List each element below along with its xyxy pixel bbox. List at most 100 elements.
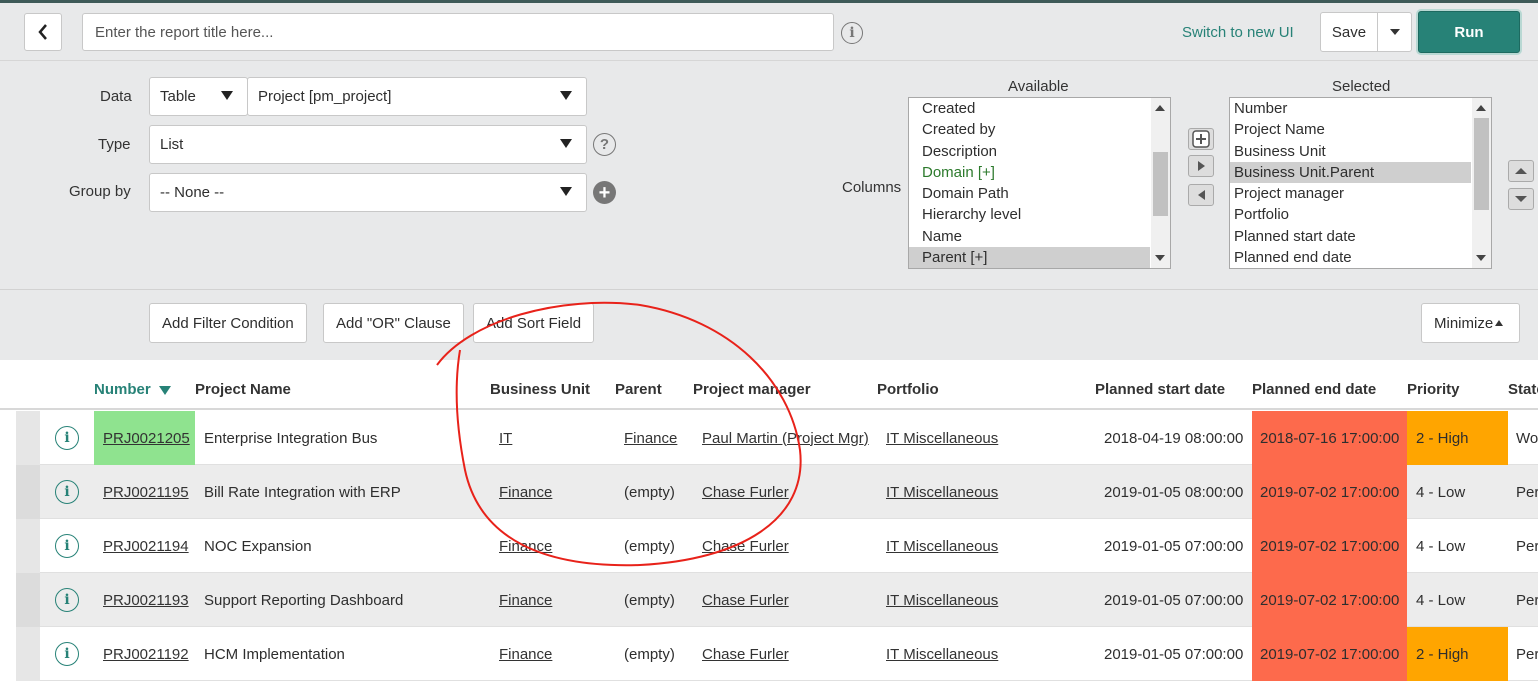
scroll-thumb[interactable] (1474, 118, 1489, 210)
selected-column-option[interactable]: Planned start date (1230, 226, 1471, 247)
save-options-dropdown[interactable] (1377, 12, 1412, 52)
add-or-clause-button[interactable]: Add "OR" Clause (323, 303, 464, 343)
type-label: Type (98, 136, 131, 153)
group-by-label: Group by (69, 183, 131, 200)
column-header-planned-end[interactable]: Planned end date (1252, 381, 1376, 398)
business-unit-link[interactable]: Finance (499, 592, 552, 609)
caret-up-icon (1495, 320, 1504, 326)
portfolio-link[interactable]: IT Miscellaneous (886, 430, 998, 447)
arrow-left-icon (1197, 190, 1205, 200)
project-manager-link[interactable]: Chase Furler (702, 538, 789, 555)
selected-column-option[interactable]: Business Unit (1230, 141, 1471, 162)
chevron-down-icon (1389, 29, 1400, 35)
selected-column-option[interactable]: Portfolio (1230, 204, 1471, 225)
column-header-state[interactable]: State (1508, 381, 1538, 398)
add-column-button[interactable] (1188, 128, 1214, 150)
table-row: i PRJ0021192 HCM Implementation Finance … (16, 627, 1538, 681)
add-sort-field-button[interactable]: Add Sort Field (473, 303, 595, 343)
group-by-select[interactable]: -- None -- (149, 173, 587, 212)
move-right-button[interactable] (1188, 155, 1214, 177)
row-info-icon[interactable]: i (55, 534, 79, 558)
business-unit-link[interactable]: IT (499, 430, 512, 447)
column-header-business-unit[interactable]: Business Unit (490, 381, 590, 398)
cell-project-name: Enterprise Integration Bus (204, 429, 378, 447)
portfolio-link[interactable]: IT Miscellaneous (886, 538, 998, 555)
selected-column-option[interactable]: Project Name (1230, 119, 1471, 140)
portfolio-link[interactable]: IT Miscellaneous (886, 484, 998, 501)
selected-column-option[interactable]: Project manager (1230, 183, 1471, 204)
move-up-button[interactable] (1508, 160, 1534, 182)
business-unit-link[interactable]: Finance (499, 484, 552, 501)
row-info-icon[interactable]: i (55, 588, 79, 612)
column-header-project-manager[interactable]: Project manager (693, 381, 811, 398)
data-source-type-select[interactable]: Table (149, 77, 248, 116)
cell-project-manager: Chase Furler (702, 573, 877, 627)
available-column-option[interactable]: Description (909, 141, 1150, 162)
available-column-option[interactable]: Hierarchy level (909, 204, 1150, 225)
record-number-link[interactable]: PRJ0021192 (103, 646, 189, 663)
type-value: List (160, 136, 184, 153)
minimize-button[interactable]: Minimize (1421, 303, 1520, 343)
add-group-icon[interactable]: + (593, 181, 616, 204)
project-manager-link[interactable]: Chase Furler (702, 646, 789, 663)
record-number-link[interactable]: PRJ0021195 (103, 484, 189, 501)
column-header-priority[interactable]: Priority (1407, 381, 1460, 398)
cell-planned-start: 2019-01-05 08:00:00 (1104, 483, 1244, 501)
portfolio-link[interactable]: IT Miscellaneous (886, 646, 998, 663)
available-column-option[interactable]: Name (909, 226, 1150, 247)
project-manager-link[interactable]: Paul Martin (Project Mgr) (702, 430, 869, 447)
selected-list-scrollbar[interactable] (1472, 98, 1491, 268)
column-header-parent[interactable]: Parent (615, 381, 662, 398)
report-title-input[interactable] (82, 13, 834, 51)
selected-columns-list[interactable]: Number Project Name Business Unit Busine… (1229, 97, 1492, 269)
selected-column-option[interactable]: Number (1230, 98, 1471, 119)
row-info-icon[interactable]: i (55, 642, 79, 666)
available-column-option[interactable]: Created (909, 98, 1150, 119)
available-list-scrollbar[interactable] (1151, 98, 1170, 268)
move-left-button[interactable] (1188, 184, 1214, 206)
info-icon[interactable]: i (841, 22, 863, 44)
scroll-thumb[interactable] (1153, 152, 1168, 216)
arrow-up-icon (1515, 168, 1527, 174)
project-manager-link[interactable]: Chase Furler (702, 592, 789, 609)
data-source-type-value: Table (160, 88, 196, 105)
column-header-portfolio[interactable]: Portfolio (877, 381, 939, 398)
selected-column-option[interactable]: Planned end date (1230, 247, 1471, 268)
business-unit-link[interactable]: Finance (499, 646, 552, 663)
cell-planned-end: 2019-07-02 17:00:00 (1252, 627, 1407, 681)
run-button[interactable]: Run (1418, 11, 1520, 53)
column-header-project-name[interactable]: Project Name (195, 381, 291, 398)
available-column-option[interactable]: Created by (909, 119, 1150, 140)
move-down-button[interactable] (1508, 188, 1534, 210)
record-number-link[interactable]: PRJ0021194 (103, 538, 189, 555)
type-select[interactable]: List (149, 125, 587, 164)
switch-ui-link[interactable]: Switch to new UI (1182, 24, 1294, 41)
portfolio-link[interactable]: IT Miscellaneous (886, 592, 998, 609)
add-filter-condition-button[interactable]: Add Filter Condition (149, 303, 307, 343)
help-icon[interactable]: ? (593, 133, 616, 156)
data-table-select[interactable]: Project [pm_project] (247, 77, 587, 116)
row-info-icon[interactable]: i (55, 426, 79, 450)
cell-number: PRJ0021194 (94, 519, 195, 573)
selected-column-option[interactable]: Business Unit.Parent (1230, 161, 1471, 184)
parent-link[interactable]: Finance (624, 430, 677, 447)
record-number-link[interactable]: PRJ0021205 (103, 430, 190, 447)
cell-business-unit: Finance (499, 465, 609, 519)
business-unit-link[interactable]: Finance (499, 538, 552, 555)
available-columns-list[interactable]: Created Created by Description Domain [+… (908, 97, 1171, 269)
dropdown-arrow-icon (560, 91, 572, 100)
scroll-down-icon (1155, 255, 1165, 261)
available-column-option[interactable]: Parent [+] (909, 247, 1150, 268)
available-column-option[interactable]: Domain Path (909, 183, 1150, 204)
save-button[interactable]: Save (1320, 12, 1378, 52)
record-number-link[interactable]: PRJ0021193 (103, 592, 189, 609)
back-button[interactable] (24, 13, 62, 51)
column-header-planned-start[interactable]: Planned start date (1095, 381, 1225, 398)
row-info-icon[interactable]: i (55, 480, 79, 504)
available-column-option[interactable]: Domain [+] (909, 162, 1150, 183)
report-header-bar: i Switch to new UI Save Run (0, 3, 1538, 61)
cell-number: PRJ0021195 (94, 465, 195, 519)
table-row: i PRJ0021195 Bill Rate Integration with … (16, 465, 1538, 519)
project-manager-link[interactable]: Chase Furler (702, 484, 789, 501)
column-header-number[interactable]: Number (94, 381, 171, 398)
